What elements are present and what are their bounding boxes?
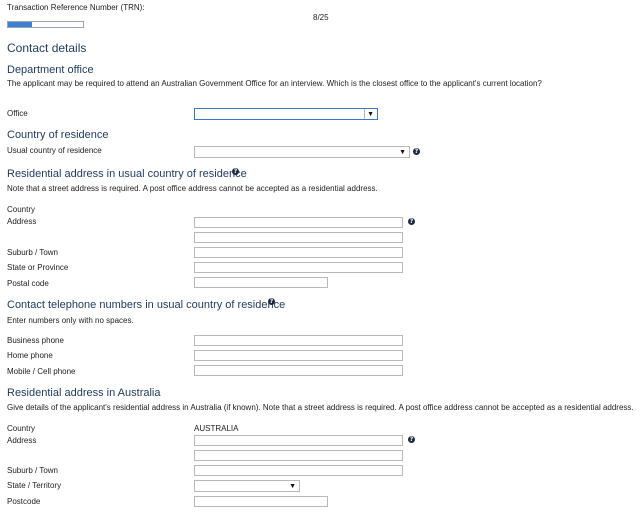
suburb-label: Suburb / Town: [7, 248, 58, 257]
address-line-1-input[interactable]: [194, 217, 403, 228]
page-title: Contact details: [7, 41, 87, 55]
au-postcode-input[interactable]: [194, 496, 328, 507]
au-country-label: Country: [7, 424, 36, 433]
help-icon[interactable]: ?: [268, 298, 275, 305]
help-icon[interactable]: ?: [408, 436, 415, 443]
page-indicator: 8/25: [313, 13, 329, 22]
business-phone-input[interactable]: [194, 335, 403, 346]
au-suburb-label: Suburb / Town: [7, 466, 58, 475]
progress-fill: [8, 22, 32, 27]
au-address-line-1-input[interactable]: [194, 435, 403, 446]
home-phone-input[interactable]: [194, 350, 403, 361]
au-state-label: State / Territory: [7, 481, 62, 490]
help-icon[interactable]: ?: [413, 148, 420, 155]
help-icon[interactable]: ?: [408, 218, 415, 225]
trn-label: Transaction Reference Number (TRN):: [7, 3, 145, 12]
country-label: Country: [7, 205, 36, 214]
progress-bar: [7, 21, 84, 28]
postal-code-input[interactable]: [194, 277, 328, 288]
postal-code-label: Postal code: [7, 279, 49, 288]
address-label: Address: [7, 217, 37, 226]
au-postcode-label: Postcode: [7, 497, 41, 506]
chevron-down-icon: ▼: [289, 483, 296, 490]
residential-address-heading: Residential address in usual country of …: [7, 168, 247, 180]
mobile-phone-label: Mobile / Cell phone: [7, 367, 76, 376]
au-address-label: Address: [7, 436, 37, 445]
australia-address-heading: Residential address in Australia: [7, 387, 161, 399]
usual-country-label: Usual country of residence: [7, 146, 102, 155]
chevron-down-icon: ▼: [367, 111, 374, 118]
state-input[interactable]: [194, 262, 403, 273]
contact-phones-heading: Contact telephone numbers in usual count…: [7, 299, 286, 311]
residential-address-note: Note that a street address is required. …: [7, 184, 378, 193]
country-of-residence-heading: Country of residence: [7, 129, 109, 141]
chevron-down-icon: ▼: [399, 149, 406, 156]
help-icon[interactable]: ?: [232, 168, 239, 175]
au-country-value: AUSTRALIA: [194, 424, 239, 433]
home-phone-label: Home phone: [7, 351, 53, 360]
contact-phones-note: Enter numbers only with no spaces.: [7, 316, 134, 325]
usual-country-select[interactable]: ▼: [194, 146, 410, 158]
business-phone-label: Business phone: [7, 336, 64, 345]
office-select[interactable]: ▼: [194, 108, 378, 120]
au-state-select[interactable]: ▼: [194, 480, 300, 492]
address-line-2-input[interactable]: [194, 232, 403, 243]
office-label: Office: [7, 109, 28, 118]
department-office-description: The applicant may be required to attend …: [7, 79, 542, 88]
mobile-phone-input[interactable]: [194, 365, 403, 376]
department-office-heading: Department office: [7, 64, 94, 76]
suburb-input[interactable]: [194, 247, 403, 258]
australia-address-note: Give details of the applicant's resident…: [7, 403, 634, 412]
au-suburb-input[interactable]: [194, 465, 403, 476]
state-label: State or Province: [7, 263, 69, 272]
au-address-line-2-input[interactable]: [194, 450, 403, 461]
